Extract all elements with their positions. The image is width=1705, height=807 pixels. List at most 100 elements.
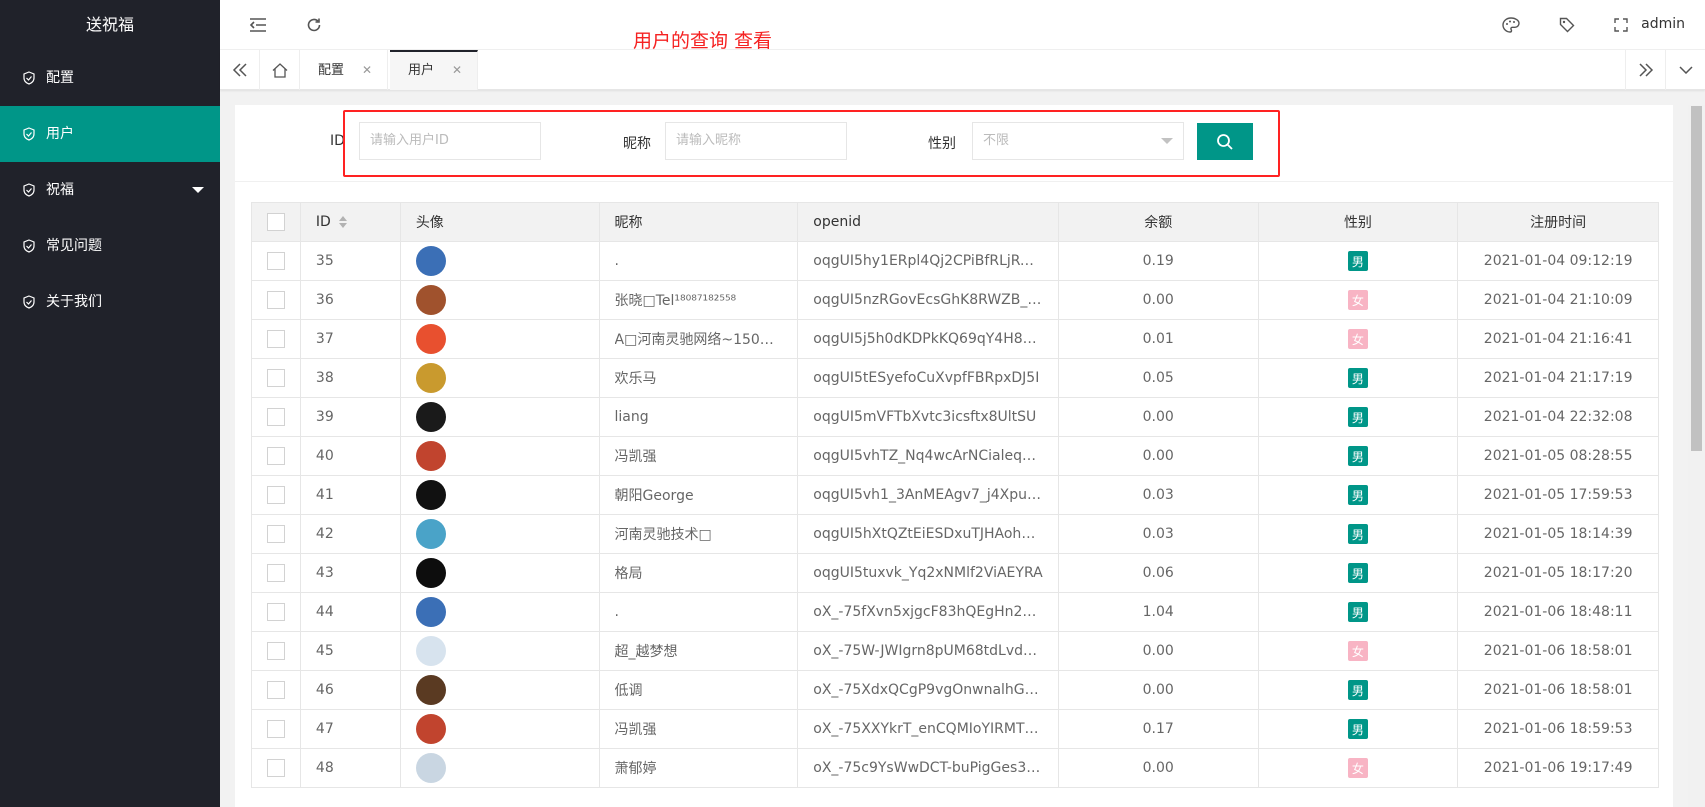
row-checkbox[interactable] [266, 291, 285, 309]
annotation-text: 用户的查询 查看 [633, 30, 773, 52]
row-checkbox[interactable] [266, 759, 285, 777]
row-checkbox[interactable] [266, 369, 285, 387]
gender-badge: 男 [1347, 368, 1368, 388]
row-checkbox[interactable] [266, 564, 285, 582]
tab-users[interactable]: 用户 ✕ [390, 50, 479, 90]
table-row[interactable]: 41 朝阳George oqgUI5vh1_3AnMEAgv7_j4Xpu6i4 0.… [252, 476, 1658, 515]
table-row[interactable]: 36 张晓□Tel¹⁸⁰⁸⁷¹⁸²⁵⁵⁸ oqgUI5nzRGovEcsGhK8RW… [252, 281, 1658, 320]
cell-gender: 男 [1259, 710, 1459, 748]
cell-id: 37 [301, 320, 401, 358]
sidebar-item-blessings[interactable]: 祝福 [0, 162, 220, 218]
col-id[interactable]: ID [301, 203, 401, 241]
avatar [415, 597, 446, 627]
shield-check-icon [23, 183, 35, 197]
table-row[interactable]: 40 冯凯强 oqgUI5vhTZ_Nq4wcArNCialeqTx8 0.00 男 20… [252, 437, 1658, 476]
cell-openid: oqgUI5tESyefoCuXvpfFBRpxDJ5I [798, 359, 1059, 397]
openid-text: oqgUI5vhTZ_Nq4wcArNCialeqTx8 [813, 448, 1043, 464]
table-row[interactable]: 43 格局 oqgUI5tuxvk_Yq2xNMlf2ViAEYRA 0.06 男 202… [252, 554, 1658, 593]
cell-avatar [401, 320, 600, 358]
cell-gender: 男 [1259, 398, 1459, 436]
cell-openid: oqgUI5vhTZ_Nq4wcArNCialeqTx8 [798, 437, 1059, 475]
table-row[interactable]: 38 欢乐马 oqgUI5tESyefoCuXvpfFBRpxDJ5I 0.05 男 20… [252, 359, 1658, 398]
openid-text: oqgUI5tESyefoCuXvpfFBRpxDJ5I [813, 370, 1040, 386]
cell-openid: oqgUI5j5h0dKDPkKQ69qY4H8E_9g [798, 320, 1059, 358]
top-header: 用户的查询 查看 admin [220, 0, 1705, 52]
cell-gender: 男 [1259, 593, 1459, 631]
cell-gender: 男 [1259, 671, 1459, 709]
theme-palette-icon[interactable] [1501, 15, 1521, 35]
row-checkbox[interactable] [266, 642, 285, 660]
select-all-cell [252, 203, 301, 241]
gender-badge: 女 [1347, 641, 1368, 661]
row-checkbox[interactable] [266, 681, 285, 699]
cell-balance: 0.19 [1059, 242, 1259, 280]
home-icon[interactable] [260, 50, 300, 90]
table-row[interactable]: 39 liang oqgUI5mVFTbXvtc3icsftx8UltSU 0.00 男… [252, 398, 1658, 437]
row-select-cell [252, 242, 301, 280]
table-row[interactable]: 48 萧郁婷 oX_-75c9YsWwDCT-buPigGes3cbU 0.00 女 20… [252, 749, 1658, 788]
sidebar-item-about[interactable]: 关于我们 [0, 274, 220, 330]
row-checkbox[interactable] [266, 525, 285, 543]
tab-config[interactable]: 配置 ✕ [300, 50, 389, 90]
cell-id: 38 [301, 359, 401, 397]
openid-text: oqgUI5vh1_3AnMEAgv7_j4Xpu6i4 [813, 487, 1043, 503]
cell-openid: oqgUI5vh1_3AnMEAgv7_j4Xpu6i4 [798, 476, 1059, 514]
menu-collapse-icon[interactable] [248, 15, 268, 35]
row-checkbox[interactable] [266, 486, 285, 504]
row-checkbox[interactable] [266, 330, 285, 348]
sidebar-item-label: 祝福 [46, 182, 74, 198]
gender-badge: 男 [1347, 524, 1368, 544]
table-row[interactable]: 35. oqgUI5hy1ERpl4Qj2CPiBfRLjRWU 0.19 男 2021… [252, 242, 1658, 281]
user-menu[interactable]: admin [1641, 16, 1685, 32]
refresh-icon[interactable] [304, 15, 324, 35]
row-checkbox[interactable] [266, 447, 285, 465]
cell-nickname: 欢乐马 [600, 359, 799, 397]
cell-avatar [401, 398, 600, 436]
tabs-scroll-left-icon[interactable] [220, 50, 260, 90]
fullscreen-icon[interactable] [1611, 15, 1631, 35]
row-select-cell [252, 671, 301, 709]
gender-badge: 男 [1347, 485, 1368, 505]
gender-badge: 男 [1347, 251, 1368, 271]
gender-badge: 男 [1347, 446, 1368, 466]
cell-id: 47 [301, 710, 401, 748]
sort-icon[interactable] [338, 216, 347, 228]
row-select-cell [252, 320, 301, 358]
cell-id: 48 [301, 749, 401, 787]
sidebar-item-users[interactable]: 用户 [0, 106, 220, 162]
tabs-menu-chevron-down-icon[interactable] [1665, 50, 1705, 90]
nickname-text: 欢乐马 [614, 371, 657, 387]
scrollbar-thumb[interactable] [1691, 106, 1702, 451]
sidebar-item-faq[interactable]: 常见问题 [0, 218, 220, 274]
row-checkbox[interactable] [266, 603, 285, 621]
table-row[interactable]: 42 河南灵驰技术□ oqgUI5hXtQZtEiESDxuTJHAoh3Xw 0.0… [252, 515, 1658, 554]
sidebar-item-label: 关于我们 [46, 294, 102, 310]
tag-icon[interactable] [1557, 15, 1577, 35]
row-checkbox[interactable] [266, 408, 285, 426]
table-row[interactable]: 47 冯凯强 oX_-75XXYkrT_enCQMIoYIRMTFjk 0.17 男 20… [252, 710, 1658, 749]
cell-id: 35 [301, 242, 401, 280]
tabs-scroll-right-icon[interactable] [1625, 50, 1665, 90]
gender-badge: 女 [1347, 329, 1368, 349]
cell-avatar [401, 710, 600, 748]
cell-register-time: 2021-01-05 08:28:55 [1483, 448, 1633, 464]
cell-register-time: 2021-01-05 18:17:20 [1483, 565, 1633, 581]
row-checkbox[interactable] [266, 720, 285, 738]
openid-text: oX_-75XXYkrT_enCQMIoYIRMTFjk [813, 721, 1043, 737]
table-row[interactable]: 37 A□河南灵驰网络~15036... oqgUI5j5h0dKDPkKQ69qY… [252, 320, 1658, 359]
close-icon[interactable]: ✕ [362, 63, 372, 77]
nickname-text: 格局 [614, 566, 643, 582]
table-row[interactable]: 45 超_越梦想 oX_-75W-JWIgrn8pUM68tdLvdZfM 0.00 女… [252, 632, 1658, 671]
cell-avatar [401, 476, 600, 514]
row-checkbox[interactable] [266, 252, 285, 270]
close-icon[interactable]: ✕ [452, 63, 462, 77]
row-select-cell [252, 515, 301, 553]
cell-nickname: 冯凯强 [600, 437, 799, 475]
nickname-text: 河南灵驰技术□ [614, 527, 712, 543]
select-all-checkbox[interactable] [266, 213, 285, 231]
table-row[interactable]: 46 低调 oX_-75XdxQCgP9vgOnwnalhG45... 0.00 男 20… [252, 671, 1658, 710]
sidebar-item-label: 用户 [46, 126, 74, 142]
sidebar-item-config[interactable]: 配置 [0, 50, 220, 106]
cell-avatar [401, 671, 600, 709]
table-row[interactable]: 44. oX_-75fXvn5xjgcF83hQEgHn28ZA 1.04 男 2021… [252, 593, 1658, 632]
